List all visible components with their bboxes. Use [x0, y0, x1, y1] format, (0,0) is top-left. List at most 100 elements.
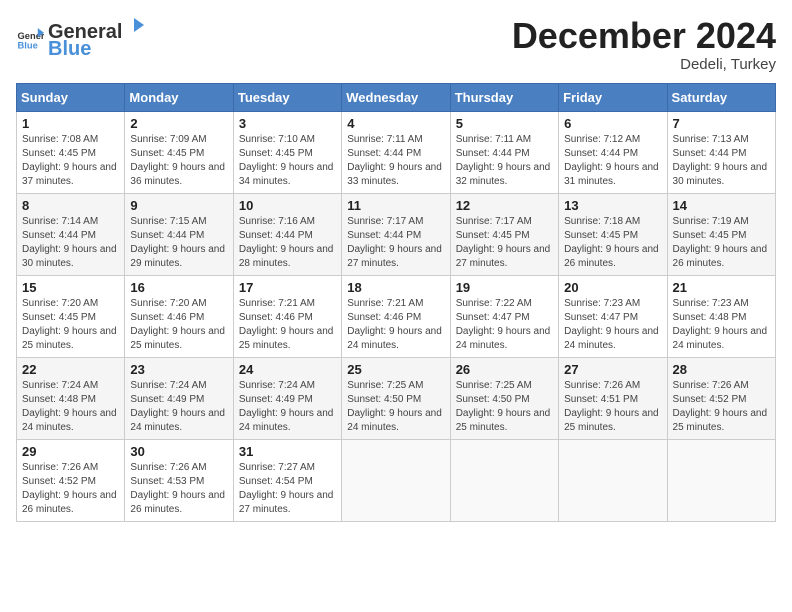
day-number: 21 [673, 280, 770, 295]
calendar-cell: 26 Sunrise: 7:25 AMSunset: 4:50 PMDayligh… [450, 357, 558, 439]
calendar-cell: 29 Sunrise: 7:26 AMSunset: 4:52 PMDayligh… [17, 439, 125, 521]
day-number: 26 [456, 362, 553, 377]
calendar-cell: 19 Sunrise: 7:22 AMSunset: 4:47 PMDayligh… [450, 275, 558, 357]
calendar-cell: 31 Sunrise: 7:27 AMSunset: 4:54 PMDayligh… [233, 439, 341, 521]
day-number: 18 [347, 280, 444, 295]
calendar-cell [559, 439, 667, 521]
day-number: 16 [130, 280, 227, 295]
calendar-cell: 21 Sunrise: 7:23 AMSunset: 4:48 PMDayligh… [667, 275, 775, 357]
day-number: 19 [456, 280, 553, 295]
day-number: 3 [239, 116, 336, 131]
week-row-1: 1 Sunrise: 7:08 AMSunset: 4:45 PMDaylight… [17, 111, 776, 193]
day-number: 12 [456, 198, 553, 213]
day-detail: Sunrise: 7:24 AMSunset: 4:49 PMDaylight:… [239, 379, 336, 435]
calendar-cell: 13Sunrise: 7:18 AMSunset: 4:45 PMDayligh… [559, 193, 667, 275]
day-detail: Sunrise: 7:11 AMSunset: 4:44 PMDaylight:… [347, 133, 444, 189]
logo-flag-icon [122, 16, 144, 38]
calendar-cell: 5 Sunrise: 7:11 AMSunset: 4:44 PMDaylight… [450, 111, 558, 193]
calendar-cell: 10Sunrise: 7:16 AMSunset: 4:44 PMDayligh… [233, 193, 341, 275]
month-title: December 2024 [512, 16, 776, 56]
weekday-header-sunday: Sunday [17, 83, 125, 111]
day-detail: Sunrise: 7:11 AMSunset: 4:44 PMDaylight:… [456, 133, 553, 189]
day-detail: Sunrise: 7:27 AMSunset: 4:54 PMDaylight:… [239, 461, 336, 517]
calendar-cell: 28Sunrise: 7:26 AMSunset: 4:52 PMDayligh… [667, 357, 775, 439]
day-number: 29 [22, 444, 119, 459]
day-detail: Sunrise: 7:22 AMSunset: 4:47 PMDaylight:… [456, 297, 553, 353]
weekday-header-wednesday: Wednesday [342, 83, 450, 111]
weekday-header-tuesday: Tuesday [233, 83, 341, 111]
weekday-header-friday: Friday [559, 83, 667, 111]
day-detail: Sunrise: 7:25 AMSunset: 4:50 PMDaylight:… [456, 379, 553, 435]
calendar-cell: 8Sunrise: 7:14 AMSunset: 4:44 PMDaylight… [17, 193, 125, 275]
calendar-cell [342, 439, 450, 521]
day-number: 23 [130, 362, 227, 377]
day-number: 14 [673, 198, 770, 213]
day-detail: Sunrise: 7:26 AMSunset: 4:53 PMDaylight:… [130, 461, 227, 517]
day-detail: Sunrise: 7:24 AMSunset: 4:48 PMDaylight:… [22, 379, 119, 435]
day-number: 28 [673, 362, 770, 377]
day-detail: Sunrise: 7:26 AMSunset: 4:52 PMDaylight:… [22, 461, 119, 517]
calendar-cell: 3 Sunrise: 7:10 AMSunset: 4:45 PMDaylight… [233, 111, 341, 193]
day-detail: Sunrise: 7:19 AMSunset: 4:45 PMDaylight:… [673, 215, 770, 271]
calendar-cell [667, 439, 775, 521]
calendar-table: SundayMondayTuesdayWednesdayThursdayFrid… [16, 83, 776, 522]
week-row-3: 15 Sunrise: 7:20 AMSunset: 4:45 PMDayligh… [17, 275, 776, 357]
day-number: 25 [347, 362, 444, 377]
day-number: 31 [239, 444, 336, 459]
calendar-cell: 17Sunrise: 7:21 AMSunset: 4:46 PMDayligh… [233, 275, 341, 357]
day-number: 27 [564, 362, 661, 377]
day-number: 24 [239, 362, 336, 377]
day-number: 15 [22, 280, 119, 295]
location-title: Dedeli, Turkey [512, 56, 776, 73]
day-number: 1 [22, 116, 119, 131]
day-detail: Sunrise: 7:08 AMSunset: 4:45 PMDaylight:… [22, 133, 119, 189]
day-detail: Sunrise: 7:13 AMSunset: 4:44 PMDaylight:… [673, 133, 770, 189]
calendar-cell [450, 439, 558, 521]
calendar-cell: 12 Sunrise: 7:17 AMSunset: 4:45 PMDayligh… [450, 193, 558, 275]
calendar-cell: 11Sunrise: 7:17 AMSunset: 4:44 PMDayligh… [342, 193, 450, 275]
day-number: 20 [564, 280, 661, 295]
calendar-cell: 1 Sunrise: 7:08 AMSunset: 4:45 PMDaylight… [17, 111, 125, 193]
day-number: 10 [239, 198, 336, 213]
calendar-cell: 14 Sunrise: 7:19 AMSunset: 4:45 PMDayligh… [667, 193, 775, 275]
header: General Blue General Blue December 2024 … [16, 16, 776, 73]
week-row-5: 29 Sunrise: 7:26 AMSunset: 4:52 PMDayligh… [17, 439, 776, 521]
calendar-cell: 4 Sunrise: 7:11 AMSunset: 4:44 PMDaylight… [342, 111, 450, 193]
day-detail: Sunrise: 7:23 AMSunset: 4:48 PMDaylight:… [673, 297, 770, 353]
day-detail: Sunrise: 7:20 AMSunset: 4:45 PMDaylight:… [22, 297, 119, 353]
weekday-header-saturday: Saturday [667, 83, 775, 111]
day-detail: Sunrise: 7:21 AMSunset: 4:46 PMDaylight:… [239, 297, 336, 353]
day-number: 11 [347, 198, 444, 213]
title-area: December 2024 Dedeli, Turkey [512, 16, 776, 73]
day-number: 2 [130, 116, 227, 131]
weekday-header-monday: Monday [125, 83, 233, 111]
day-number: 6 [564, 116, 661, 131]
day-detail: Sunrise: 7:20 AMSunset: 4:46 PMDaylight:… [130, 297, 227, 353]
day-detail: Sunrise: 7:25 AMSunset: 4:50 PMDaylight:… [347, 379, 444, 435]
day-detail: Sunrise: 7:15 AMSunset: 4:44 PMDaylight:… [130, 215, 227, 271]
day-detail: Sunrise: 7:10 AMSunset: 4:45 PMDaylight:… [239, 133, 336, 189]
day-detail: Sunrise: 7:09 AMSunset: 4:45 PMDaylight:… [130, 133, 227, 189]
calendar-cell: 6 Sunrise: 7:12 AMSunset: 4:44 PMDaylight… [559, 111, 667, 193]
day-number: 30 [130, 444, 227, 459]
day-detail: Sunrise: 7:26 AMSunset: 4:51 PMDaylight:… [564, 379, 661, 435]
day-number: 5 [456, 116, 553, 131]
weekday-header-row: SundayMondayTuesdayWednesdayThursdayFrid… [17, 83, 776, 111]
week-row-4: 22 Sunrise: 7:24 AMSunset: 4:48 PMDayligh… [17, 357, 776, 439]
calendar-cell: 18 Sunrise: 7:21 AMSunset: 4:46 PMDayligh… [342, 275, 450, 357]
day-detail: Sunrise: 7:12 AMSunset: 4:44 PMDaylight:… [564, 133, 661, 189]
day-number: 9 [130, 198, 227, 213]
weekday-header-thursday: Thursday [450, 83, 558, 111]
calendar-cell: 23Sunrise: 7:24 AMSunset: 4:49 PMDayligh… [125, 357, 233, 439]
day-number: 7 [673, 116, 770, 131]
calendar-cell: 24 Sunrise: 7:24 AMSunset: 4:49 PMDayligh… [233, 357, 341, 439]
logo: General Blue General Blue [16, 16, 144, 61]
svg-text:Blue: Blue [18, 40, 38, 50]
day-detail: Sunrise: 7:17 AMSunset: 4:45 PMDaylight:… [456, 215, 553, 271]
day-number: 22 [22, 362, 119, 377]
day-number: 4 [347, 116, 444, 131]
day-detail: Sunrise: 7:14 AMSunset: 4:44 PMDaylight:… [22, 215, 119, 271]
day-detail: Sunrise: 7:21 AMSunset: 4:46 PMDaylight:… [347, 297, 444, 353]
calendar-cell: 15 Sunrise: 7:20 AMSunset: 4:45 PMDayligh… [17, 275, 125, 357]
calendar-cell: 20Sunrise: 7:23 AMSunset: 4:47 PMDayligh… [559, 275, 667, 357]
